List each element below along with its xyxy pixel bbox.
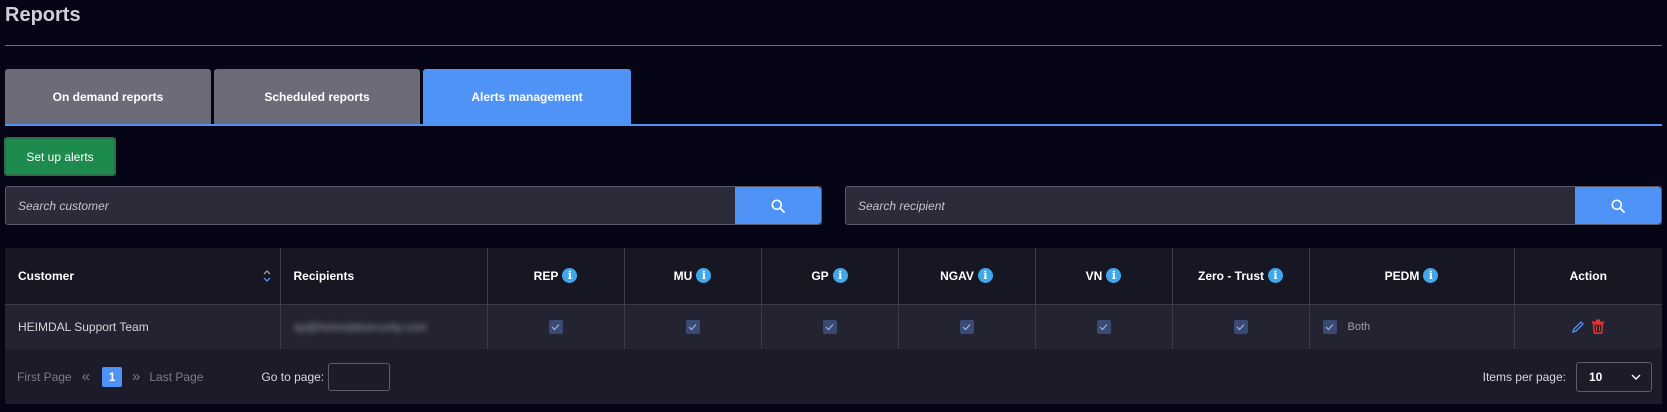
header-recipients: Recipients: [280, 248, 488, 304]
header-gp-label: GP: [811, 268, 829, 283]
tab-underline: [5, 124, 1662, 126]
cell-vn: [1035, 304, 1173, 349]
recipient-email: sp@heimdalsecurity.com: [293, 319, 427, 334]
info-icon[interactable]: i: [832, 267, 848, 283]
search-customer-input[interactable]: [6, 187, 735, 224]
tab-scheduled-reports[interactable]: Scheduled reports: [214, 69, 420, 124]
header-ngav: NGAV i: [898, 248, 1036, 304]
page-number-current[interactable]: 1: [102, 366, 123, 387]
tab-bar: On demand reports Scheduled reports Aler…: [5, 69, 1662, 124]
info-icon[interactable]: i: [1423, 267, 1439, 283]
header-rep: REP i: [487, 248, 625, 304]
table-header-row: Customer Recipients REP i MU i GP i NGAV i V…: [5, 248, 1662, 304]
chevron-down-icon: [1631, 374, 1641, 380]
title-divider: [5, 45, 1662, 46]
info-icon[interactable]: i: [562, 267, 578, 283]
header-mu: MU i: [624, 248, 762, 304]
check-icon: [688, 324, 697, 331]
info-icon[interactable]: i: [1106, 267, 1122, 283]
next-page-icon[interactable]: »: [132, 368, 140, 385]
page-title: Reports: [5, 4, 81, 26]
cell-pedm: Both: [1309, 304, 1515, 349]
header-zero-trust: Zero - Trust i: [1172, 248, 1310, 304]
cell-gp: [761, 304, 899, 349]
header-customer-label: Customer: [18, 268, 75, 283]
info-icon[interactable]: i: [696, 267, 712, 283]
header-mu-label: MU: [673, 268, 693, 283]
header-ngav-label: NGAV: [940, 268, 974, 283]
prev-page-icon[interactable]: «: [82, 368, 90, 385]
header-pedm-label: PEDM: [1384, 268, 1420, 283]
goto-page-label: Go to page:: [261, 369, 325, 384]
check-icon: [825, 324, 834, 331]
sort-icon[interactable]: [262, 266, 272, 286]
search-customer-button[interactable]: [735, 187, 821, 224]
items-per-page-label: Items per page:: [1482, 369, 1566, 384]
cell-action: [1514, 304, 1662, 349]
info-icon[interactable]: i: [1268, 267, 1283, 283]
gp-checkbox[interactable]: [822, 320, 837, 335]
cell-customer: HEIMDAL Support Team: [5, 304, 281, 349]
cell-mu: [624, 304, 762, 349]
first-page-link[interactable]: First Page: [17, 370, 72, 384]
zero-trust-checkbox[interactable]: [1233, 320, 1248, 335]
search-icon: [1611, 199, 1625, 213]
set-up-alerts-button[interactable]: Set up alerts: [4, 137, 116, 176]
check-icon: [962, 324, 971, 331]
pedm-mode-label: Both: [1347, 321, 1371, 334]
goto-page-input[interactable]: [328, 362, 391, 391]
header-pedm: PEDM i: [1309, 248, 1515, 304]
cell-recipients: sp@heimdalsecurity.com: [280, 304, 488, 349]
search-recipient-button[interactable]: [1575, 187, 1661, 224]
delete-icon[interactable]: [1591, 319, 1605, 335]
pagination-bar: First Page « 1 » Last Page Go to page: I…: [5, 349, 1662, 404]
check-icon: [1236, 324, 1245, 331]
ngav-checkbox[interactable]: [959, 320, 974, 335]
cell-ngav: [898, 304, 1036, 349]
pedm-checkbox[interactable]: [1322, 320, 1337, 335]
search-recipient-input[interactable]: [846, 187, 1575, 224]
items-per-page-value: 10: [1589, 369, 1603, 384]
alerts-table: Customer Recipients REP i MU i GP i NGAV i V…: [5, 248, 1662, 404]
header-vn-label: VN: [1085, 268, 1103, 283]
header-customer[interactable]: Customer: [5, 248, 281, 304]
header-gp: GP i: [761, 248, 899, 304]
cell-rep: [487, 304, 625, 349]
header-vn: VN i: [1035, 248, 1173, 304]
vn-checkbox[interactable]: [1096, 320, 1111, 335]
header-zero-trust-label: Zero - Trust: [1197, 268, 1264, 283]
edit-icon[interactable]: [1571, 320, 1585, 334]
tab-alerts-management[interactable]: Alerts management: [423, 69, 631, 124]
info-icon[interactable]: i: [977, 267, 993, 283]
check-icon: [551, 324, 560, 331]
cell-zero-trust: [1172, 304, 1310, 349]
search-icon: [771, 199, 785, 213]
header-action: Action: [1569, 268, 1607, 283]
check-icon: [1099, 324, 1108, 331]
search-recipient-box: [845, 186, 1662, 225]
rep-checkbox[interactable]: [548, 320, 563, 335]
last-page-link[interactable]: Last Page: [149, 370, 203, 384]
search-customer-box: [5, 186, 822, 225]
check-icon: [1325, 324, 1334, 331]
tab-on-demand-reports[interactable]: On demand reports: [5, 69, 211, 124]
items-per-page-select[interactable]: 10: [1576, 361, 1652, 392]
table-row: HEIMDAL Support Team sp@heimdalsecurity.…: [5, 304, 1662, 349]
mu-checkbox[interactable]: [685, 320, 700, 335]
header-rep-label: REP: [533, 268, 559, 283]
